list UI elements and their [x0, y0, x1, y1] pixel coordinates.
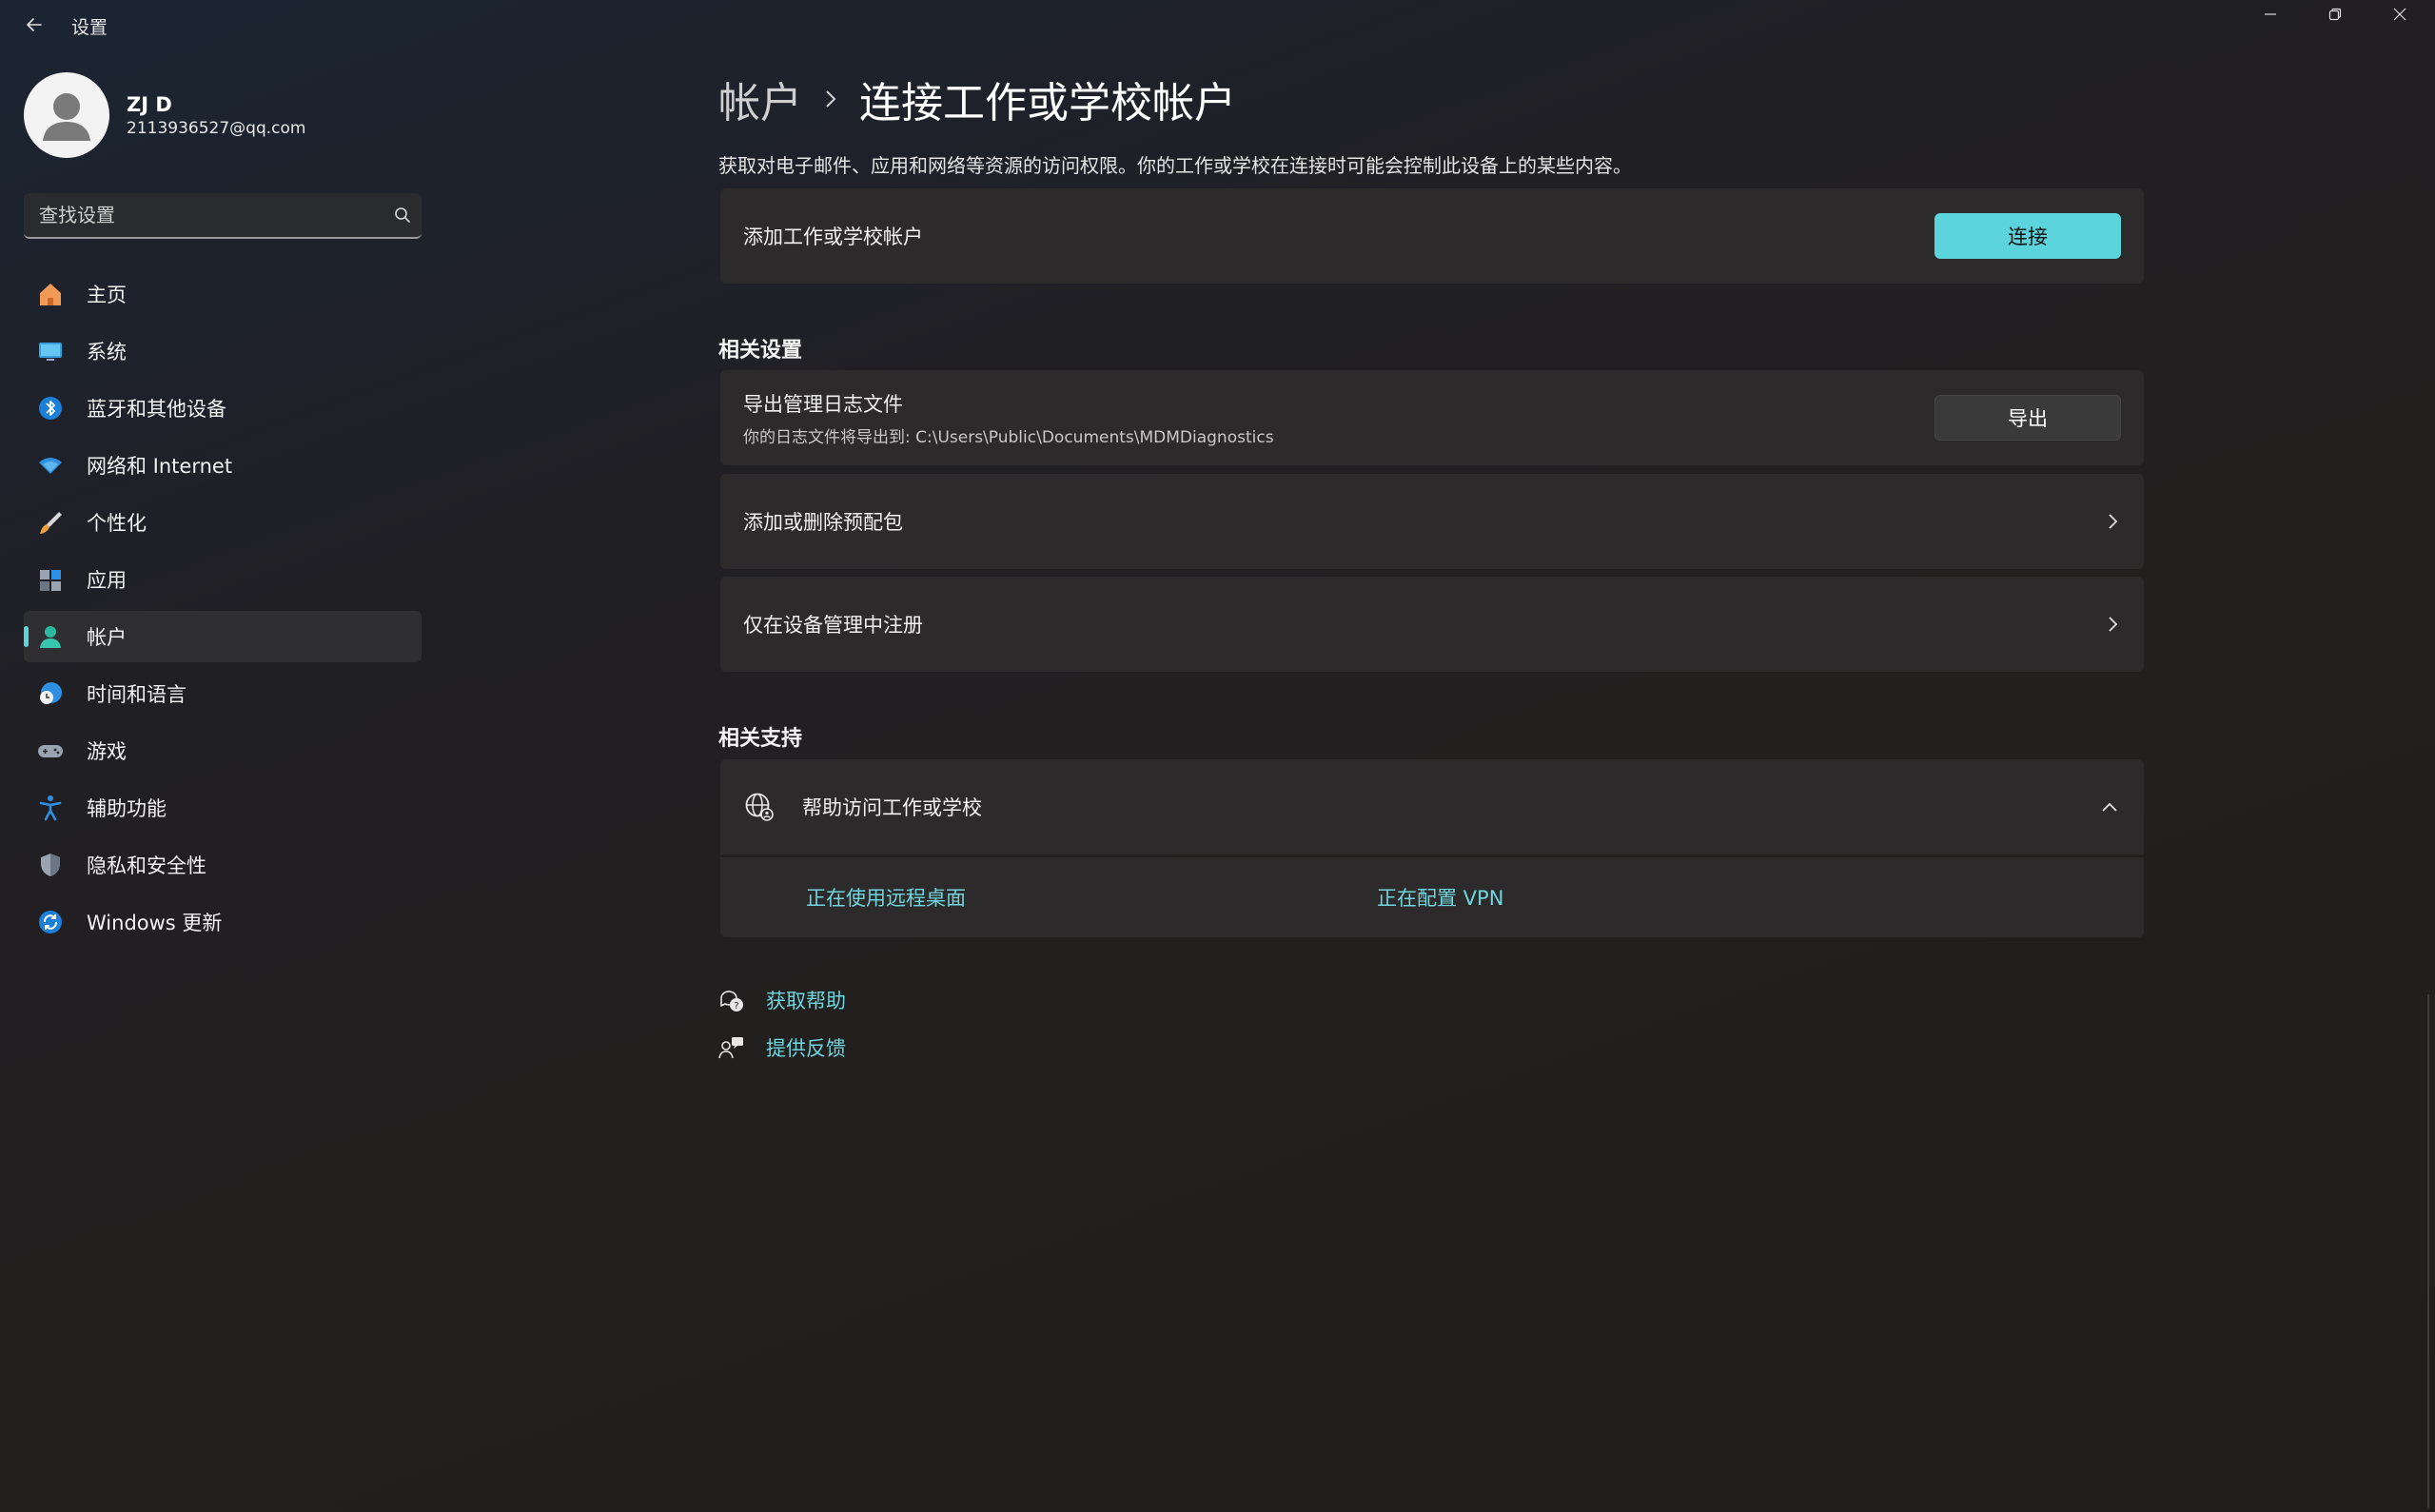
- sidebar-item-personalization[interactable]: 个性化: [24, 497, 422, 548]
- feedback-link[interactable]: 提供反馈: [766, 1033, 846, 1062]
- page-title: 连接工作或学校帐户: [859, 79, 1236, 128]
- get-help-link[interactable]: 获取帮助: [766, 986, 846, 1014]
- user-email: 2113936527@qq.com: [127, 118, 306, 138]
- close-icon: [2393, 8, 2406, 21]
- app-title: 设置: [71, 17, 108, 38]
- minimize-button[interactable]: [2238, 0, 2303, 29]
- help-work-school-label: 帮助访问工作或学校: [802, 796, 982, 819]
- sidebar-item-accounts[interactable]: 帐户: [24, 611, 422, 662]
- home-icon: [35, 279, 66, 309]
- sidebar-item-apps[interactable]: 应用: [24, 554, 422, 605]
- apps-icon: [35, 564, 66, 595]
- sidebar-item-label: 时间和语言: [87, 683, 187, 706]
- sidebar-item-bluetooth[interactable]: 蓝牙和其他设备: [24, 383, 422, 434]
- export-logs-card: 导出管理日志文件 你的日志文件将导出到: C:\Users\Public\Doc…: [720, 370, 2144, 465]
- export-logs-title: 导出管理日志文件: [743, 392, 903, 416]
- search-box[interactable]: [24, 193, 422, 239]
- feedback-icon: [718, 1034, 745, 1061]
- sidebar-item-gaming[interactable]: 游戏: [24, 725, 422, 776]
- system-icon: [35, 336, 66, 366]
- sidebar-item-label: 帐户: [87, 626, 127, 649]
- minimize-icon: [2265, 13, 2276, 15]
- back-arrow-icon: [27, 18, 42, 31]
- gamepad-icon: [35, 736, 66, 766]
- provisioning-package-card[interactable]: 添加或删除预配包: [720, 474, 2144, 569]
- breadcrumb: 帐户 连接工作或学校帐户: [718, 69, 1236, 129]
- sidebar-item-label: 主页: [87, 284, 127, 306]
- help-chat-icon: ?: [718, 987, 745, 1013]
- user-avatar-icon: [43, 93, 90, 141]
- add-account-card: 添加工作或学校帐户 连接: [720, 188, 2144, 284]
- wifi-icon: [35, 450, 66, 481]
- update-icon: [35, 907, 66, 937]
- sidebar-item-home[interactable]: 主页: [24, 268, 422, 320]
- enroll-label: 仅在设备管理中注册: [743, 614, 923, 637]
- add-account-label: 添加工作或学校帐户: [743, 226, 923, 248]
- title-bar: 设置: [0, 0, 2435, 49]
- sidebar-item-label: 应用: [87, 569, 127, 592]
- sidebar-item-label: 辅助功能: [87, 797, 167, 820]
- configure-vpn-link[interactable]: 正在配置 VPN: [1377, 883, 1503, 912]
- get-help-row: ? 获取帮助: [718, 986, 846, 1014]
- sidebar-item-time-language[interactable]: 时间和语言: [24, 668, 422, 719]
- svg-text:?: ?: [734, 1001, 738, 1011]
- sidebar-item-label: 网络和 Internet: [87, 455, 233, 478]
- feedback-row: 提供反馈: [718, 1033, 846, 1062]
- connect-button[interactable]: 连接: [1934, 213, 2121, 259]
- remote-desktop-link[interactable]: 正在使用远程桌面: [806, 883, 966, 912]
- chevron-right-icon: [823, 88, 838, 109]
- export-button[interactable]: 导出: [1934, 395, 2121, 441]
- search-icon[interactable]: [383, 206, 422, 224]
- breadcrumb-parent[interactable]: 帐户: [718, 69, 802, 129]
- avatar: [24, 72, 109, 158]
- sidebar-nav: 主页 系统 蓝牙和其他设备 网络和 Internet 个性化 应用 帐户 时间和…: [24, 268, 422, 953]
- device-management-enroll-card[interactable]: 仅在设备管理中注册: [720, 577, 2144, 672]
- sidebar-item-system[interactable]: 系统: [24, 325, 422, 377]
- sidebar-item-accessibility[interactable]: 辅助功能: [24, 782, 422, 834]
- sidebar-item-network[interactable]: 网络和 Internet: [24, 440, 422, 491]
- search-input[interactable]: [24, 203, 383, 227]
- shield-icon: [35, 850, 66, 880]
- sidebar-item-label: 游戏: [87, 740, 127, 763]
- time-language-icon: [35, 678, 66, 709]
- page-description: 获取对电子邮件、应用和网络等资源的访问权限。你的工作或学校在连接时可能会控制此设…: [718, 154, 1632, 177]
- user-profile[interactable]: ZJ D 2113936527@qq.com: [24, 72, 305, 158]
- scrollbar[interactable]: [2427, 994, 2435, 1508]
- account-icon: [35, 621, 66, 652]
- user-name: ZJ D: [127, 92, 172, 116]
- bluetooth-icon: [35, 393, 66, 423]
- sidebar-item-label: 蓝牙和其他设备: [87, 398, 226, 421]
- sidebar-item-windows-update[interactable]: Windows 更新: [24, 896, 422, 948]
- restore-button[interactable]: [2303, 0, 2367, 29]
- chevron-right-icon: [2106, 512, 2119, 531]
- sidebar-item-label: 隐私和安全性: [87, 854, 206, 877]
- sidebar-item-label: 系统: [87, 341, 127, 363]
- provisioning-label: 添加或删除预配包: [743, 511, 903, 534]
- sidebar-item-privacy[interactable]: 隐私和安全性: [24, 839, 422, 891]
- sidebar-item-label: Windows 更新: [87, 912, 223, 934]
- close-button[interactable]: [2367, 0, 2432, 29]
- brush-icon: [35, 507, 66, 538]
- chevron-right-icon: [2106, 615, 2119, 634]
- help-work-school-expander[interactable]: 帮助访问工作或学校: [720, 759, 2144, 854]
- related-support-heading: 相关支持: [718, 727, 803, 751]
- accessibility-icon: [35, 793, 66, 823]
- sidebar-item-label: 个性化: [87, 512, 147, 535]
- globe-icon: [743, 791, 776, 823]
- export-logs-path: 你的日志文件将导出到: C:\Users\Public\Documents\MD…: [743, 427, 1274, 447]
- related-settings-heading: 相关设置: [718, 339, 803, 363]
- chevron-up-icon[interactable]: [2100, 800, 2119, 814]
- back-button[interactable]: [15, 8, 53, 42]
- restore-icon: [2328, 8, 2342, 21]
- help-links-panel: 正在使用远程桌面 正在配置 VPN: [720, 857, 2144, 937]
